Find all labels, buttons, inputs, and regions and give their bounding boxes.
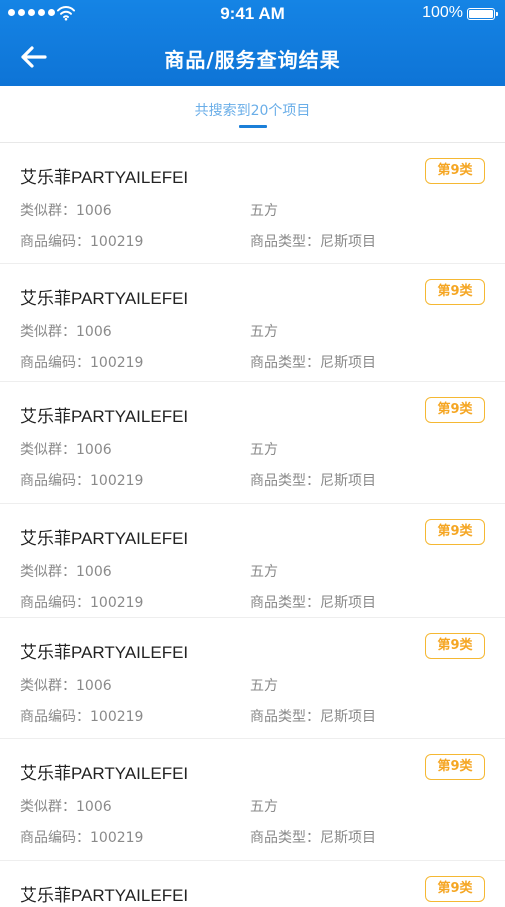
similar-group: 类似群：1006 [20, 799, 112, 815]
item-name: 艾乐菲PARTYAILEFEI [20, 168, 189, 187]
status-bar: 9:41 AM 100% [0, 0, 505, 28]
result-item[interactable]: 艾乐菲PARTYAILEFEI 第9类 [0, 861, 505, 907]
class-badge: 第9类 [425, 633, 485, 659]
owner: 五方 [250, 799, 278, 815]
class-badge: 第9类 [425, 279, 485, 305]
product-type: 商品类型：尼斯项目 [250, 355, 376, 371]
product-code: 商品编码：100219 [20, 830, 144, 846]
class-badge: 第9类 [425, 397, 485, 423]
nav-header: 9:41 AM 100% 商品/服务查询结果 [0, 0, 505, 86]
item-name: 艾乐菲PARTYAILEFEI [20, 407, 189, 426]
battery-icon [467, 8, 498, 20]
class-badge: 第9类 [425, 876, 485, 902]
owner: 五方 [250, 678, 278, 694]
owner: 五方 [250, 203, 278, 219]
product-type: 商品类型：尼斯项目 [250, 709, 376, 725]
item-name: 艾乐菲PARTYAILEFEI [20, 886, 189, 905]
result-item[interactable]: 艾乐菲PARTYAILEFEI 第9类 类似群：1006 五方 商品编码：100… [0, 504, 505, 618]
product-code: 商品编码：100219 [20, 234, 144, 250]
summary-underline [239, 125, 267, 128]
product-code: 商品编码：100219 [20, 595, 144, 611]
similar-group: 类似群：1006 [20, 324, 112, 340]
similar-group: 类似群：1006 [20, 442, 112, 458]
owner: 五方 [250, 442, 278, 458]
item-name: 艾乐菲PARTYAILEFEI [20, 529, 189, 548]
result-item[interactable]: 艾乐菲PARTYAILEFEI 第9类 类似群：1006 五方 商品编码：100… [0, 618, 505, 739]
result-item[interactable]: 艾乐菲PARTYAILEFEI 第9类 类似群：1006 五方 商品编码：100… [0, 264, 505, 382]
product-type: 商品类型：尼斯项目 [250, 830, 376, 846]
item-name: 艾乐菲PARTYAILEFEI [20, 643, 189, 662]
class-badge: 第9类 [425, 158, 485, 184]
similar-group: 类似群：1006 [20, 203, 112, 219]
owner: 五方 [250, 564, 278, 580]
product-type: 商品类型：尼斯项目 [250, 234, 376, 250]
result-item[interactable]: 艾乐菲PARTYAILEFEI 第9类 类似群：1006 五方 商品编码：100… [0, 382, 505, 504]
result-item[interactable]: 艾乐菲PARTYAILEFEI 第9类 类似群：1006 五方 商品编码：100… [0, 739, 505, 861]
battery-percent: 100% [422, 4, 463, 21]
product-code: 商品编码：100219 [20, 709, 144, 725]
product-type: 商品类型：尼斯项目 [250, 595, 376, 611]
item-name: 艾乐菲PARTYAILEFEI [20, 764, 189, 783]
class-badge: 第9类 [425, 519, 485, 545]
class-badge: 第9类 [425, 754, 485, 780]
product-code: 商品编码：100219 [20, 355, 144, 371]
product-type: 商品类型：尼斯项目 [250, 473, 376, 489]
result-list: 艾乐菲PARTYAILEFEI 第9类 类似群：1006 五方 商品编码：100… [0, 143, 505, 907]
similar-group: 类似群：1006 [20, 678, 112, 694]
page-title: 商品/服务查询结果 [164, 48, 341, 72]
item-name: 艾乐菲PARTYAILEFEI [20, 289, 189, 308]
product-code: 商品编码：100219 [20, 473, 144, 489]
result-item[interactable]: 艾乐菲PARTYAILEFEI 第9类 类似群：1006 五方 商品编码：100… [0, 143, 505, 264]
result-summary: 共搜索到20个项目 [0, 86, 505, 143]
result-count-text: 共搜索到20个项目 [194, 103, 311, 119]
similar-group: 类似群：1006 [20, 564, 112, 580]
owner: 五方 [250, 324, 278, 340]
